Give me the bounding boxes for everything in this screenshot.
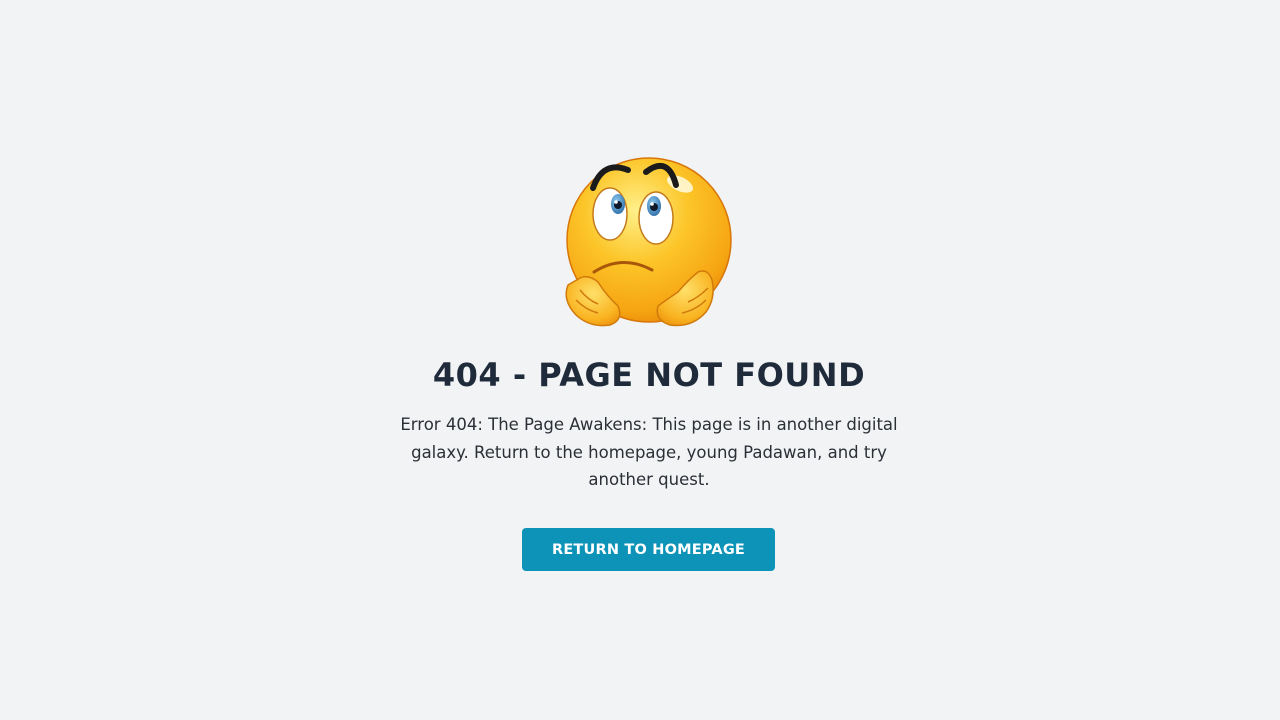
- worried-face-emoji-icon: [558, 150, 738, 332]
- not-found-page: 404 - PAGE NOT FOUND Error 404: The Page…: [0, 0, 1280, 720]
- page-title: 404 - PAGE NOT FOUND: [432, 356, 866, 394]
- error-message: Error 404: The Page Awakens: This page i…: [400, 415, 898, 489]
- return-to-homepage-button[interactable]: RETURN TO HOMEPAGE: [522, 528, 775, 571]
